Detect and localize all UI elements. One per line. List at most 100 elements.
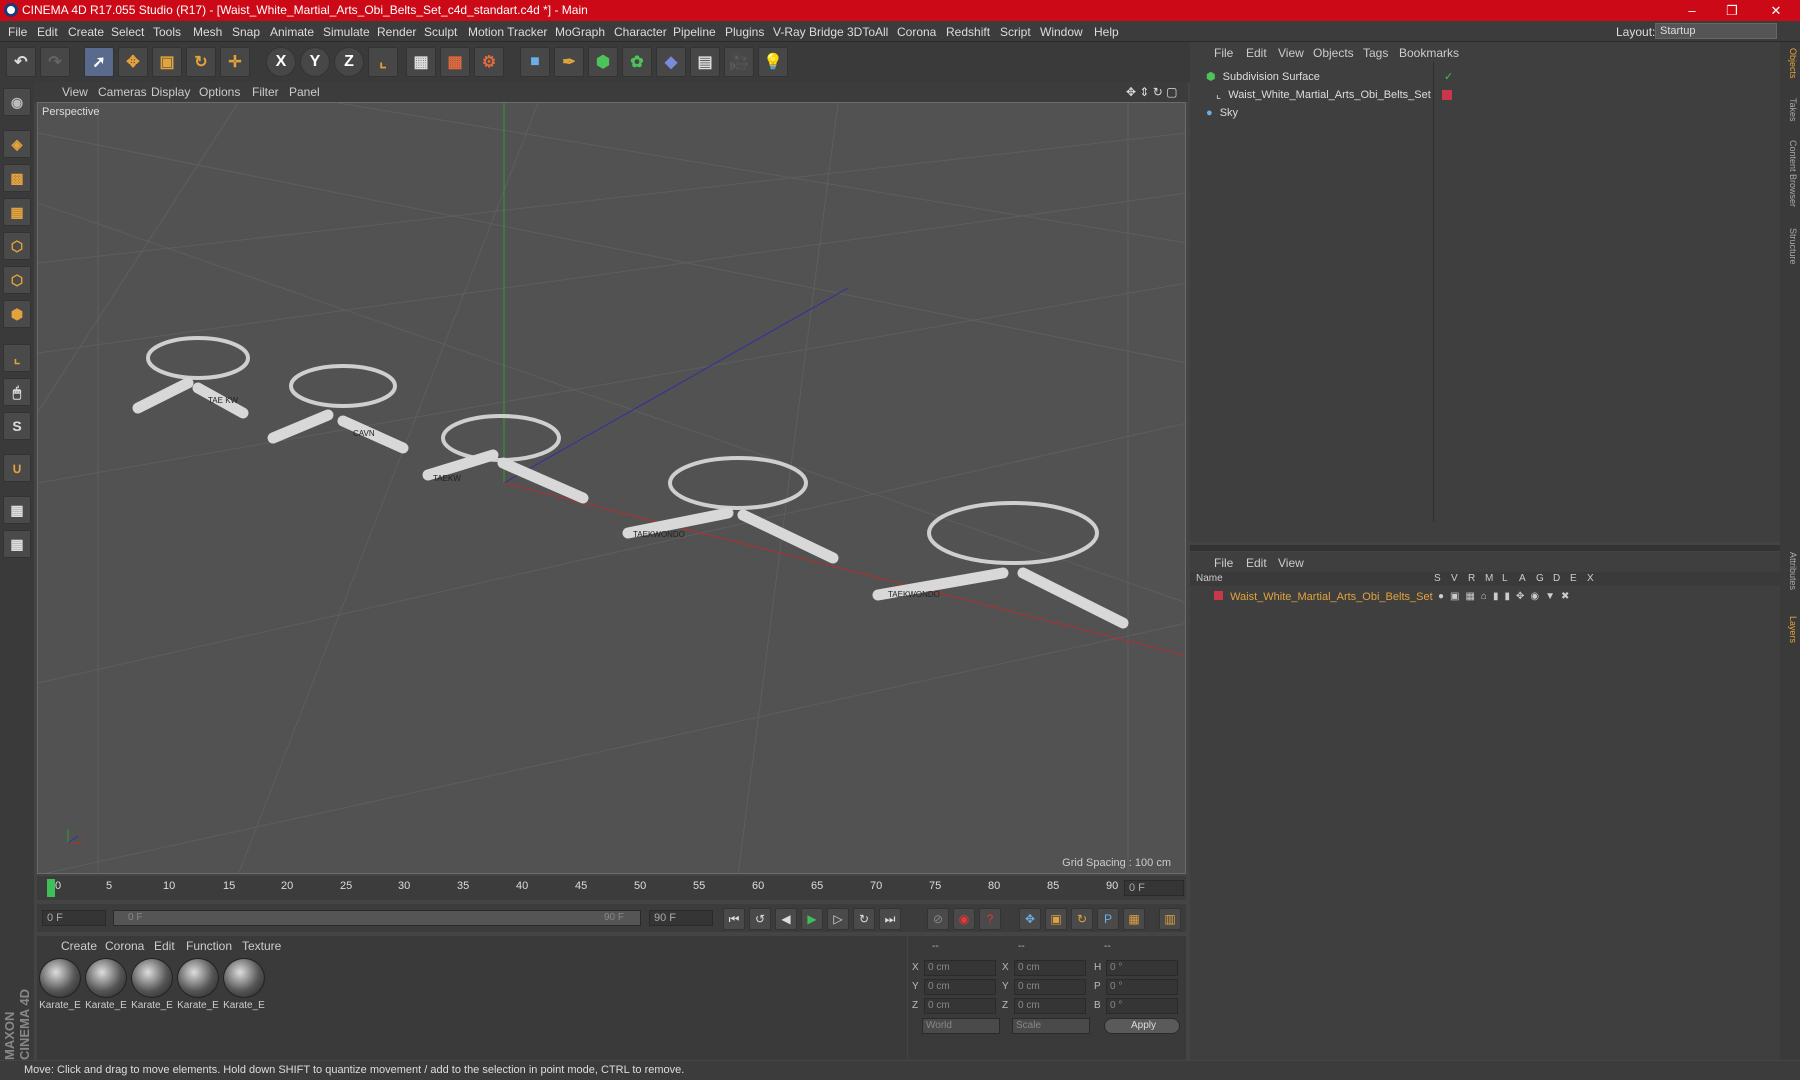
layer-flags-icons[interactable]: ●▣▦⌂▮▮✥◉▼✖ — [1438, 588, 1575, 606]
menu-motion-tracker[interactable]: Motion Tracker — [468, 25, 547, 39]
apply-button[interactable]: Apply — [1104, 1018, 1180, 1034]
z-axis-lock-button[interactable]: Z — [334, 47, 364, 77]
keyframe-selection-icon[interactable]: ? — [979, 908, 1001, 930]
maximize-button[interactable]: ❐ — [1712, 0, 1752, 21]
go-to-end-icon[interactable]: ⏭ — [879, 908, 901, 930]
menu-sculpt[interactable]: Sculpt — [424, 25, 457, 39]
playhead[interactable] — [47, 879, 55, 897]
obj-menu-objects[interactable]: Objects — [1313, 46, 1354, 60]
play-icon[interactable]: ▶ — [801, 908, 823, 930]
snap-icon[interactable]: S — [3, 412, 31, 440]
lock-workplane-icon[interactable]: ▦ — [3, 496, 31, 524]
menu-edit[interactable]: Edit — [37, 25, 58, 39]
edges-mode-icon[interactable]: ⬡ — [3, 266, 31, 294]
tab-layers[interactable]: Layers — [1782, 616, 1798, 643]
move-tool-icon[interactable]: ✥ — [118, 47, 148, 77]
menu-pipeline[interactable]: Pipeline — [673, 25, 716, 39]
end-frame-field[interactable]: 90 F — [649, 910, 713, 926]
make-editable-icon[interactable]: ◉ — [3, 88, 31, 116]
layer-menu-file[interactable]: File — [1214, 556, 1233, 570]
texture-mode-icon[interactable]: ▩ — [3, 164, 31, 192]
axis-mode-icon[interactable]: ⌞ — [3, 344, 31, 372]
rotate-tool-icon[interactable]: ↻ — [186, 47, 216, 77]
menu-create[interactable]: Create — [68, 25, 104, 39]
workplane-icon[interactable]: ▦ — [3, 198, 31, 226]
mat-menu-function[interactable]: Function — [186, 939, 232, 953]
tweak-mode-icon[interactable]: 🖱 — [3, 378, 31, 406]
tab-objects[interactable]: Objects — [1782, 48, 1798, 79]
obj-menu-tags[interactable]: Tags — [1363, 46, 1388, 60]
go-to-start-icon[interactable]: ⏮ — [723, 908, 745, 930]
menu-script[interactable]: Script — [1000, 25, 1031, 39]
menu-tools[interactable]: Tools — [153, 25, 181, 39]
material-item[interactable]: Karate_E — [39, 958, 81, 1014]
range-slider[interactable]: 0 F 90 F — [113, 910, 641, 926]
layer-row[interactable]: Waist_White_Martial_Arts_Obi_Belts_Set ●… — [1194, 588, 1774, 606]
points-mode-icon[interactable]: ⬡ — [3, 232, 31, 260]
mat-menu-texture[interactable]: Texture — [242, 939, 281, 953]
tab-content-browser[interactable]: Content Browser — [1782, 140, 1798, 207]
vp-menu-display[interactable]: Display — [151, 85, 190, 99]
pen-spline-icon[interactable]: ✒ — [554, 47, 584, 77]
prev-frame-icon[interactable]: ◀ — [775, 908, 797, 930]
tab-attributes[interactable]: Attributes — [1782, 552, 1798, 590]
scale-dropdown[interactable]: Scale — [1012, 1018, 1090, 1034]
record-keys-icon[interactable]: ⊘ — [927, 908, 949, 930]
menu-redshift[interactable]: Redshift — [946, 25, 990, 39]
mat-menu-edit[interactable]: Edit — [154, 939, 175, 953]
obj-menu-file[interactable]: File — [1214, 46, 1233, 60]
menu-snap[interactable]: Snap — [232, 25, 260, 39]
select-tool-icon[interactable]: ➚ — [84, 47, 114, 77]
vp-menu-filter[interactable]: Filter — [252, 85, 279, 99]
key-param-icon[interactable]: P — [1097, 908, 1119, 930]
pos-y-field[interactable]: 0 cm — [924, 979, 996, 995]
menu-mograph[interactable]: MoGraph — [555, 25, 605, 39]
menu-plugins[interactable]: Plugins — [725, 25, 764, 39]
timeline-ruler[interactable]: 0 5 10 15 20 25 30 35 40 45 50 55 60 65 … — [37, 876, 1186, 900]
pos-x-field[interactable]: 0 cm — [924, 960, 996, 976]
render-view-icon[interactable]: ▦ — [406, 47, 436, 77]
redo-icon[interactable]: ↷ — [40, 47, 70, 77]
menu-3dtoall[interactable]: 3DToAll — [847, 25, 888, 39]
object-row[interactable]: ⬢ Subdivision Surface ✓ — [1194, 68, 1774, 86]
vp-menu-options[interactable]: Options — [199, 85, 240, 99]
auto-key-icon[interactable]: ◉ — [953, 908, 975, 930]
next-key-icon[interactable]: ↻ — [853, 908, 875, 930]
render-settings-icon[interactable]: ⚙ — [474, 47, 504, 77]
subdivision-icon[interactable]: ⬢ — [588, 47, 618, 77]
object-row[interactable]: ● Sky — [1194, 104, 1774, 122]
world-dropdown[interactable]: World — [922, 1018, 1000, 1034]
magnet-icon[interactable]: ∪ — [3, 454, 31, 482]
mat-menu-corona[interactable]: Corona — [105, 939, 144, 953]
camera-icon[interactable]: 🎥 — [724, 47, 754, 77]
rot-p-field[interactable]: 0 ° — [1106, 979, 1178, 995]
layout-select[interactable]: Startup — [1655, 23, 1777, 39]
next-frame-icon[interactable]: ▷ — [827, 908, 849, 930]
polygons-mode-icon[interactable]: ⬢ — [3, 300, 31, 328]
model-mode-icon[interactable]: ◈ — [3, 130, 31, 158]
obj-menu-bookmarks[interactable]: Bookmarks — [1399, 46, 1459, 60]
obj-menu-view[interactable]: View — [1278, 46, 1304, 60]
material-item[interactable]: Karate_E — [85, 958, 127, 1014]
key-position-icon[interactable]: ✥ — [1019, 908, 1041, 930]
minimize-button[interactable]: – — [1672, 0, 1712, 21]
deformer-icon[interactable]: ◆ — [656, 47, 686, 77]
rot-b-field[interactable]: 0 ° — [1106, 998, 1178, 1014]
menu-vray-bridge[interactable]: V-Ray Bridge — [773, 25, 844, 39]
panel-divider[interactable] — [1190, 545, 1780, 551]
world-coord-icon[interactable]: ⌞ — [368, 47, 398, 77]
material-item[interactable]: Karate_E — [177, 958, 219, 1014]
y-axis-lock-button[interactable]: Y — [300, 47, 330, 77]
menu-animate[interactable]: Animate — [270, 25, 314, 39]
size-z-field[interactable]: 0 cm — [1014, 998, 1086, 1014]
tab-structure[interactable]: Structure — [1782, 228, 1798, 265]
start-frame-field[interactable]: 0 F — [42, 910, 106, 926]
key-rotation-icon[interactable]: ↻ — [1071, 908, 1093, 930]
mat-menu-create[interactable]: Create — [61, 939, 97, 953]
layer-color-tag[interactable] — [1442, 90, 1452, 100]
cloner-icon[interactable]: ✿ — [622, 47, 652, 77]
size-y-field[interactable]: 0 cm — [1014, 979, 1086, 995]
floor-icon[interactable]: ▤ — [690, 47, 720, 77]
key-scale-icon[interactable]: ▣ — [1045, 908, 1067, 930]
enabled-check-icon[interactable]: ✓ — [1444, 68, 1453, 86]
